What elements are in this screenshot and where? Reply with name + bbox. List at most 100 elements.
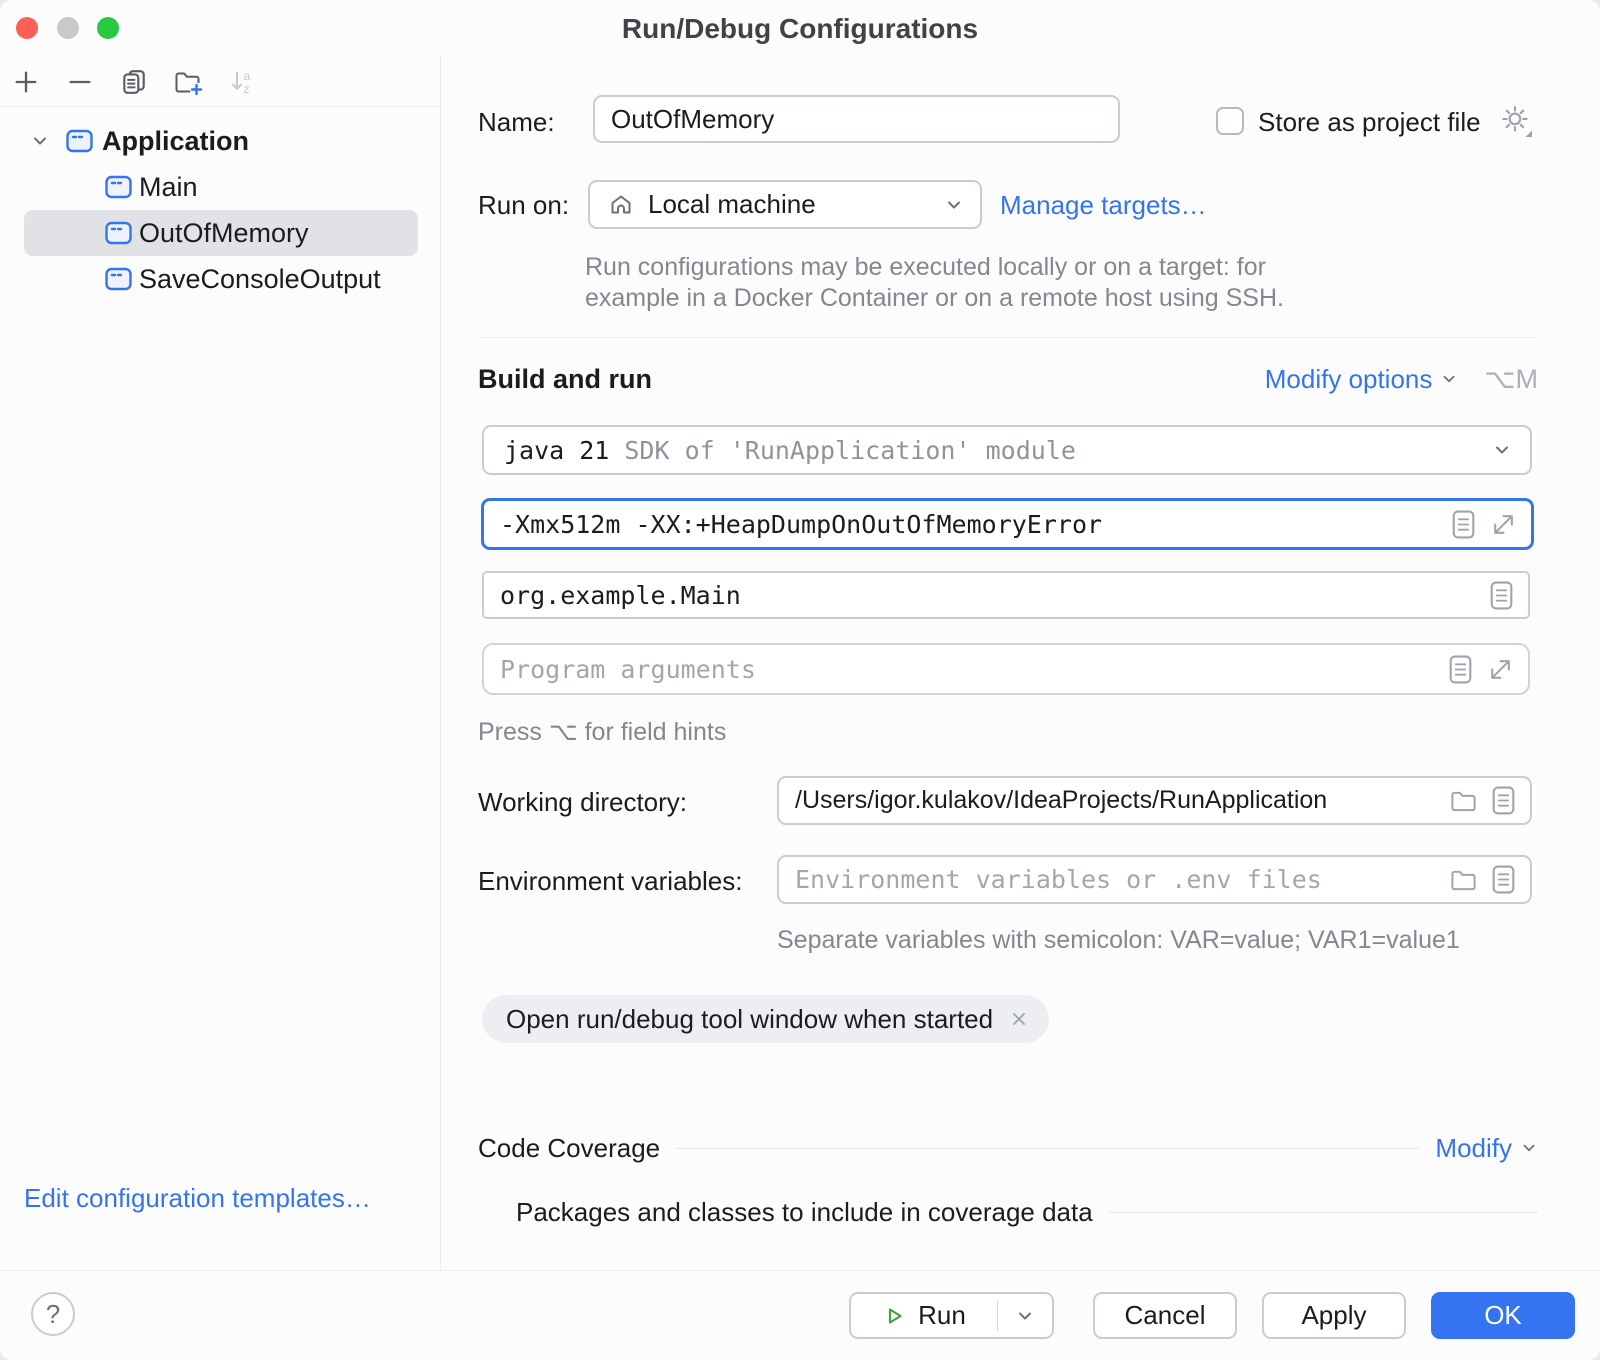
copy-icon [120, 68, 148, 96]
footer: ? Run Cancel Apply OK [0, 1270, 1600, 1360]
environment-variables-hint: Separate variables with semicolon: VAR=v… [777, 925, 1460, 956]
add-configuration-button[interactable] [8, 64, 44, 100]
code-coverage-title: Code Coverage [478, 1133, 660, 1164]
sidebar-toolbar: a z [8, 60, 260, 104]
manage-targets-link[interactable]: Manage targets… [1000, 190, 1207, 221]
help-button[interactable]: ? [31, 1292, 75, 1336]
dialog-title: Run/Debug Configurations [0, 13, 1600, 45]
gear-icon [1500, 104, 1532, 138]
run-button-label: Run [918, 1300, 966, 1331]
plus-icon [12, 68, 40, 96]
modify-options-shortcut: ⌥M [1484, 364, 1538, 395]
coverage-packages-label: Packages and classes to include in cover… [516, 1197, 1093, 1228]
remove-tag-button[interactable] [1009, 1009, 1029, 1029]
macros-list-icon[interactable] [1448, 654, 1473, 685]
working-directory-label: Working directory: [478, 787, 687, 818]
working-directory-field [777, 776, 1532, 825]
chevron-down-icon [1440, 370, 1458, 388]
modify-options-link[interactable]: Modify options [1265, 364, 1459, 395]
jre-select[interactable]: java 21 SDK of 'RunApplication' module [482, 425, 1532, 475]
section-divider [478, 337, 1538, 338]
run-button[interactable]: Run [851, 1294, 997, 1337]
field-hints-text: Press ⌥ for field hints [478, 717, 726, 748]
run-split-button: Run [849, 1292, 1054, 1339]
name-field [593, 95, 1120, 143]
application-icon [105, 175, 132, 199]
coverage-modify-link[interactable]: Modify [1435, 1133, 1538, 1164]
chevron-down-icon [1492, 440, 1512, 460]
run-on-value: Local machine [648, 189, 816, 220]
run-debug-configurations-dialog: Run/Debug Configurations [0, 0, 1600, 1360]
tree-node-outofmemory-selected[interactable]: OutOfMemory [24, 210, 418, 256]
run-on-help-text: Run configurations may be executed local… [585, 252, 1284, 314]
svg-text:z: z [244, 82, 250, 96]
cancel-button[interactable]: Cancel [1093, 1292, 1237, 1339]
tree-node-main[interactable]: Main [0, 164, 198, 210]
vm-options-input[interactable] [484, 501, 1451, 547]
application-icon [105, 221, 132, 245]
run-options-button[interactable] [998, 1294, 1052, 1337]
run-on-select[interactable]: Local machine [588, 180, 982, 229]
modify-options-label: Modify options [1265, 364, 1433, 395]
tree-node-label: Main [139, 172, 198, 203]
run-on-label: Run on: [478, 190, 569, 221]
application-icon [105, 267, 132, 291]
sort-az-icon: a z [228, 68, 256, 96]
close-icon [1009, 1009, 1029, 1029]
tag-label: Open run/debug tool window when started [506, 1004, 993, 1035]
expand-field-icon[interactable] [1490, 511, 1517, 538]
environment-variables-field [777, 855, 1532, 904]
variables-list-icon[interactable] [1491, 864, 1516, 895]
main-class-field [482, 571, 1530, 619]
tree-node-label: OutOfMemory [139, 218, 309, 249]
copy-configuration-button[interactable] [116, 64, 152, 100]
chevron-down-icon[interactable] [30, 131, 50, 151]
edit-configuration-templates-link[interactable]: Edit configuration templates… [24, 1183, 371, 1214]
tree-node-label: Application [102, 126, 249, 157]
coverage-packages-row: Packages and classes to include in cover… [516, 1192, 1538, 1232]
browse-class-icon[interactable] [1489, 580, 1514, 611]
ok-button[interactable]: OK [1431, 1292, 1575, 1339]
store-as-project-file-label: Store as project file [1258, 107, 1481, 138]
chevron-down-icon [1520, 1139, 1538, 1157]
program-arguments-input[interactable] [484, 645, 1448, 693]
store-settings-button[interactable] [1500, 104, 1532, 138]
jre-suffix: SDK of 'RunApplication' module [624, 436, 1076, 465]
code-coverage-section: Code Coverage Modify [478, 1128, 1538, 1168]
store-as-project-file-checkbox[interactable] [1216, 107, 1244, 135]
macros-list-icon[interactable] [1491, 785, 1516, 816]
tree-node-saveconsoleoutput[interactable]: SaveConsoleOutput [0, 256, 381, 302]
application-icon [66, 129, 93, 153]
vm-options-field [481, 498, 1534, 550]
chevron-down-icon [1015, 1306, 1035, 1326]
tree-node-label: SaveConsoleOutput [139, 264, 381, 295]
tree-node-application[interactable]: Application [0, 118, 249, 164]
program-arguments-field [482, 643, 1530, 695]
name-input[interactable] [595, 97, 1118, 141]
name-label: Name: [478, 107, 555, 138]
section-rule [676, 1148, 1419, 1149]
new-folder-button[interactable] [170, 64, 206, 100]
remove-configuration-button[interactable] [62, 64, 98, 100]
svg-text:a: a [244, 69, 251, 83]
build-and-run-header: Build and run Modify options ⌥M [478, 360, 1538, 398]
environment-variables-label: Environment variables: [478, 866, 742, 897]
titlebar: Run/Debug Configurations [0, 0, 1600, 55]
sidebar-divider [440, 55, 441, 1270]
expand-field-icon[interactable] [1487, 656, 1514, 683]
question-mark-icon: ? [46, 1299, 60, 1330]
new-folder-icon [173, 68, 203, 96]
sort-configurations-button[interactable]: a z [224, 64, 260, 100]
toolbar-divider [0, 106, 440, 107]
main-class-input[interactable] [484, 573, 1489, 617]
run-play-icon [882, 1304, 906, 1328]
coverage-modify-label: Modify [1435, 1133, 1512, 1164]
environment-variables-input[interactable] [779, 857, 1450, 902]
macros-list-icon[interactable] [1451, 509, 1476, 540]
browse-folder-icon[interactable] [1450, 788, 1477, 813]
apply-button[interactable]: Apply [1262, 1292, 1406, 1339]
minus-icon [66, 68, 94, 96]
working-directory-input[interactable] [779, 778, 1450, 823]
open-tool-window-tag: Open run/debug tool window when started [482, 995, 1049, 1043]
browse-folder-icon[interactable] [1450, 867, 1477, 892]
